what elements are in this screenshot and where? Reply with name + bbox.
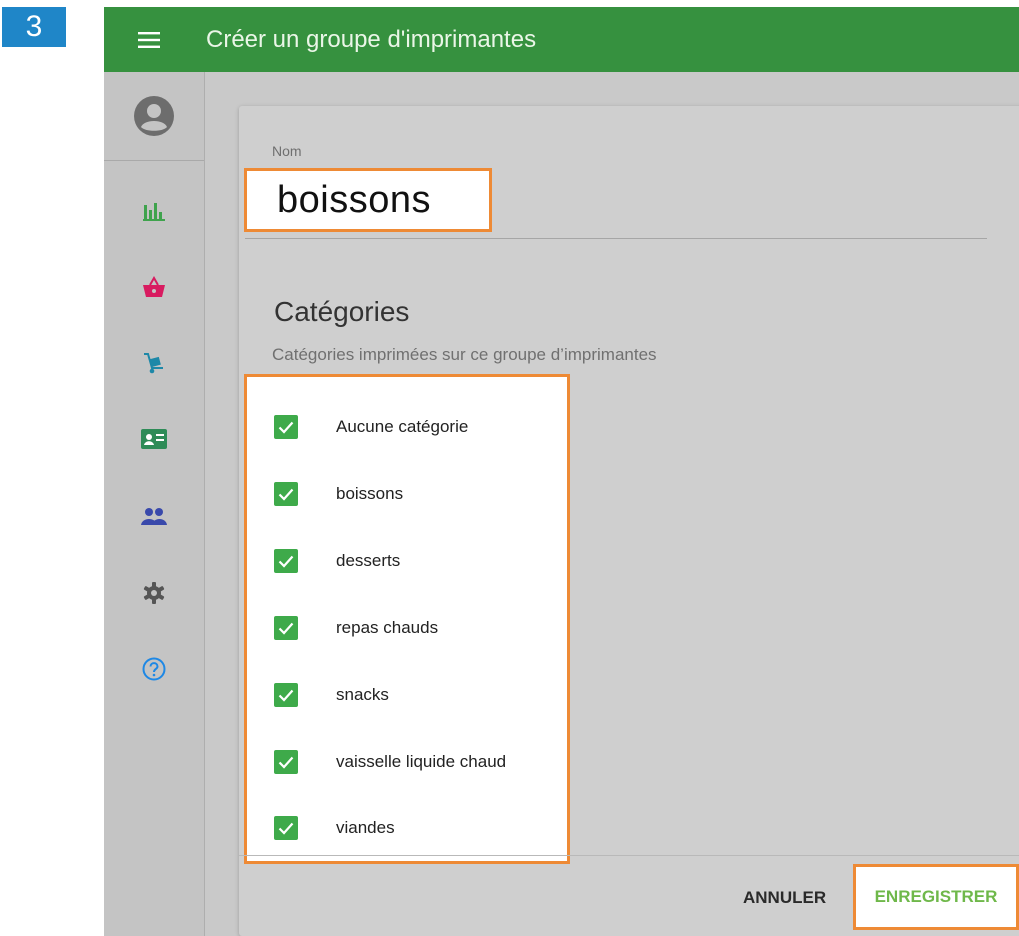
sidebar-item-settings[interactable] [104, 573, 204, 613]
list-item[interactable]: desserts [247, 541, 567, 581]
page-title: Créer un groupe d'imprimantes [206, 25, 537, 53]
shopping-basket-icon [143, 276, 165, 297]
sidebar-item-help[interactable] [104, 649, 204, 689]
sidebar-item-orders[interactable] [104, 267, 204, 307]
sidebar-item-statistics[interactable] [104, 191, 204, 231]
sidebar-item-delivery[interactable] [104, 343, 204, 383]
category-label: vaisselle liquide chaud [336, 752, 507, 771]
bar-chart-icon [143, 203, 165, 221]
check-icon [278, 756, 294, 769]
people-icon [141, 508, 167, 525]
checkbox-checked[interactable] [274, 683, 298, 707]
hamburger-menu-icon[interactable] [138, 27, 164, 53]
category-label: snacks [336, 685, 389, 704]
gear-icon [143, 582, 165, 604]
list-item[interactable]: repas chauds [247, 608, 567, 648]
category-label: Aucune catégorie [336, 417, 469, 436]
name-field-label: Nom [272, 143, 302, 159]
list-item[interactable]: Aucune catégorie [247, 407, 567, 447]
checkbox-checked[interactable] [274, 750, 298, 774]
hand-truck-icon [144, 353, 163, 374]
check-icon [278, 555, 294, 568]
list-item[interactable]: snacks [247, 675, 567, 715]
category-label: boissons [336, 484, 404, 503]
category-list: Aucune catégorie boissons desserts repas… [244, 374, 570, 864]
category-label: desserts [336, 551, 401, 570]
name-input-highlight[interactable]: boissons [244, 168, 492, 232]
printer-group-form-card: Nom boissons Catégories Catégories impri… [239, 106, 1019, 936]
sidebar-item-clients[interactable] [104, 419, 204, 459]
app-window: Créer un groupe d'imprimantes Nom boisso… [104, 7, 1019, 936]
list-item[interactable]: boissons [247, 474, 567, 514]
step-number-badge: 3 [2, 7, 66, 47]
check-icon [278, 488, 294, 501]
help-icon [142, 657, 166, 681]
check-icon [278, 822, 294, 835]
checkbox-checked[interactable] [274, 549, 298, 573]
cancel-button[interactable]: ANNULER [739, 878, 830, 918]
content-area: Nom boissons Catégories Catégories impri… [205, 72, 1019, 936]
actions-divider [239, 855, 1019, 856]
app-bar: Créer un groupe d'imprimantes [104, 7, 1019, 72]
name-input[interactable]: boissons [277, 179, 431, 222]
categories-heading: Catégories [274, 296, 410, 327]
check-icon [278, 689, 294, 702]
check-icon [278, 622, 294, 635]
check-icon [278, 421, 294, 434]
id-card-icon [141, 429, 167, 449]
category-label: viandes [336, 818, 395, 837]
category-label: repas chauds [336, 618, 439, 637]
checkbox-checked[interactable] [274, 415, 298, 439]
checkbox-checked[interactable] [274, 482, 298, 506]
sidebar-item-users[interactable] [104, 496, 204, 536]
list-item[interactable]: viandes [247, 808, 567, 848]
checkbox-checked[interactable] [274, 816, 298, 840]
user-avatar[interactable] [104, 72, 204, 161]
name-field-underline [245, 238, 987, 239]
checkbox-checked[interactable] [274, 616, 298, 640]
account-circle-icon [134, 96, 174, 136]
categories-description: Catégories imprimées sur ce groupe d’imp… [272, 345, 657, 364]
sidebar-nav [104, 72, 205, 936]
list-item[interactable]: vaisselle liquide chaud [247, 742, 567, 782]
save-button-highlight: ENREGISTRER [853, 864, 1019, 930]
save-button[interactable]: ENREGISTRER [875, 887, 998, 907]
